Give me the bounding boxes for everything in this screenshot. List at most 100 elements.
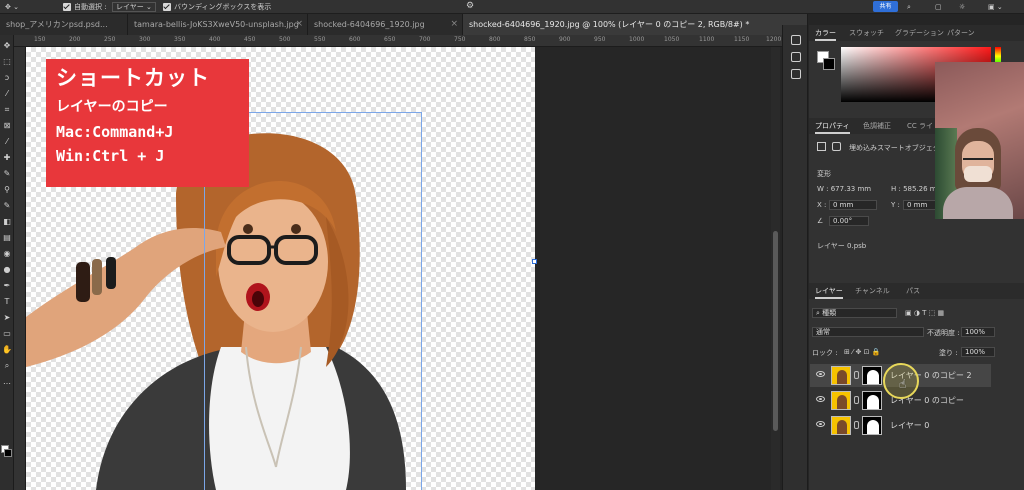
- ruler-tick: 1150: [734, 36, 750, 43]
- healing-brush-icon[interactable]: ✚: [2, 153, 12, 163]
- close-icon[interactable]: ×: [295, 14, 303, 35]
- libraries-panel-icon[interactable]: [791, 52, 801, 62]
- pen-tool-icon[interactable]: ✒: [2, 281, 12, 291]
- more-tools-icon[interactable]: …: [2, 377, 12, 387]
- scrollbar-thumb[interactable]: [773, 231, 778, 431]
- auto-select-dropdown[interactable]: レイヤー ⌄: [112, 2, 156, 12]
- tab-layers[interactable]: レイヤー: [815, 283, 843, 299]
- card-title: ショートカット: [56, 66, 210, 90]
- tab-shocked-active[interactable]: shocked-6404696_1920.jpg @ 100% (レイヤー 0 …: [463, 14, 808, 35]
- blend-mode-dropdown[interactable]: 通常: [812, 327, 924, 337]
- layer-name[interactable]: レイヤー 0: [890, 414, 929, 437]
- bounding-box-label: バウンディングボックスを表示: [174, 3, 272, 11]
- ruler-tick: 1000: [629, 36, 645, 43]
- options-bar: ✥ ⌄ 自動選択 : レイヤー ⌄ バウンディングボックスを表示 | ⚙ 共有 …: [0, 0, 1024, 14]
- bulb-icon[interactable]: ☼: [959, 3, 965, 12]
- move-tool-icon[interactable]: ✥ ⌄: [5, 3, 19, 12]
- layer-mask-thumbnail[interactable]: [862, 416, 882, 435]
- tab-color[interactable]: カラー: [815, 25, 836, 41]
- ruler-tick: 1050: [664, 36, 680, 43]
- zoom-tool-icon[interactable]: ⌕: [2, 361, 12, 371]
- history-brush-icon[interactable]: ✎: [2, 201, 12, 211]
- bounding-box-checkbox[interactable]: [163, 3, 171, 11]
- tab-label: shocked-6404696_1920.jpg @ 100% (レイヤー 0 …: [469, 20, 750, 29]
- gradient-tool-icon[interactable]: ▤: [2, 233, 12, 243]
- tab-shocked-1[interactable]: shocked-6404696_1920.jpg ×: [308, 14, 463, 35]
- auto-select-checkbox[interactable]: [63, 3, 71, 11]
- move-tool-icon[interactable]: ✥: [2, 41, 12, 51]
- ruler-tick: 1100: [699, 36, 715, 43]
- eye-icon[interactable]: [816, 421, 825, 427]
- eye-icon[interactable]: [816, 396, 825, 402]
- workspace-icon[interactable]: ▣ ⌄: [988, 3, 1003, 12]
- vertical-ruler: [14, 47, 26, 490]
- panel-icon-strip: [782, 25, 808, 490]
- background-color-swatch[interactable]: [4, 449, 12, 457]
- layer-mask-thumbnail[interactable]: [862, 391, 882, 410]
- tab-paths[interactable]: パス: [906, 283, 920, 299]
- search-icon[interactable]: ⌕: [907, 3, 911, 12]
- opacity-input[interactable]: 100%: [961, 327, 995, 337]
- link-icon[interactable]: [854, 371, 859, 379]
- layer-thumbnail: [831, 391, 851, 410]
- x-input[interactable]: 0 mm: [829, 200, 877, 210]
- tab-cc-libraries[interactable]: CC ライ: [907, 118, 933, 134]
- smart-object-icon: [817, 142, 826, 151]
- type-tool-icon[interactable]: T: [2, 297, 12, 307]
- marquee-tool-icon[interactable]: ⬚: [2, 57, 12, 67]
- share-button[interactable]: 共有: [873, 1, 898, 12]
- layer-mask-icon[interactable]: [832, 142, 841, 151]
- object-type-label: 埋め込みスマートオブジェク: [849, 144, 940, 152]
- link-icon[interactable]: [854, 421, 859, 429]
- layer-filter-icons[interactable]: ▣ ◑ T ⬚ ▦: [905, 309, 944, 317]
- y-input[interactable]: 0 mm: [903, 200, 937, 210]
- transform-handle[interactable]: [532, 259, 537, 264]
- tab-swatches[interactable]: スウォッチ: [849, 25, 884, 41]
- brush-tool-icon[interactable]: ✎: [2, 169, 12, 179]
- history-panel-icon[interactable]: [791, 35, 801, 45]
- angle-icon: ∠: [817, 217, 824, 225]
- layer-filter-dropdown[interactable]: ⌕ 種類: [812, 308, 897, 318]
- layer-row-0[interactable]: レイヤー 0: [810, 414, 991, 437]
- color-panel-tabs: カラー スウォッチ グラデーション パターン: [809, 25, 1024, 41]
- stamp-tool-icon[interactable]: ⚲: [2, 185, 12, 195]
- tab-shop-psd[interactable]: shop_アメリカンpsd.psd...: [0, 14, 128, 35]
- gear-icon[interactable]: ⚙: [466, 2, 474, 11]
- fill-input[interactable]: 100%: [961, 347, 995, 357]
- horizontal-ruler: 150 200 250 300 350 400 450 500 550 600 …: [14, 35, 794, 47]
- frame-tool-icon[interactable]: ⊠: [2, 121, 12, 131]
- tab-gradients[interactable]: グラデーション: [895, 25, 944, 41]
- comments-panel-icon[interactable]: [791, 69, 801, 79]
- crop-tool-icon[interactable]: ⌗: [2, 105, 12, 115]
- tab-patterns[interactable]: パターン: [947, 25, 975, 41]
- tab-tamara-bellis[interactable]: tamara-bellis-JoKS3XweV50-unsplash.jpg ×: [128, 14, 308, 35]
- eye-icon[interactable]: [816, 371, 825, 377]
- opacity-label: 不透明度 :: [927, 329, 960, 337]
- eraser-tool-icon[interactable]: ◧: [2, 217, 12, 227]
- close-icon[interactable]: ×: [450, 14, 458, 35]
- tab-channels[interactable]: チャンネル: [855, 283, 890, 299]
- shape-tool-icon[interactable]: ▭: [2, 329, 12, 339]
- magic-wand-icon[interactable]: ⁄: [2, 89, 12, 99]
- ruler-tick: 850: [524, 36, 536, 43]
- lock-icons[interactable]: ⊞ ⁄ ✥ ⊡ 🔒: [844, 348, 880, 356]
- eyedropper-icon[interactable]: ⁄: [2, 137, 12, 147]
- ruler-tick: 350: [174, 36, 186, 43]
- link-icon[interactable]: [854, 396, 859, 404]
- ruler-tick: 400: [209, 36, 221, 43]
- tab-properties[interactable]: プロパティ: [815, 118, 850, 134]
- blur-tool-icon[interactable]: ◉: [2, 249, 12, 259]
- panel-icon[interactable]: ▢: [935, 3, 942, 12]
- hand-tool-icon[interactable]: ✋: [2, 345, 12, 355]
- layer-mask-thumbnail[interactable]: [862, 366, 882, 385]
- ruler-tick: 750: [454, 36, 466, 43]
- angle-input[interactable]: 0.00°: [829, 216, 869, 226]
- tab-label: shop_アメリカンpsd.psd...: [6, 20, 108, 29]
- layers-panel-tabs: レイヤー チャンネル パス: [809, 283, 1024, 299]
- lasso-tool-icon[interactable]: ↄ: [2, 73, 12, 83]
- fill-label: 塗り :: [939, 349, 958, 357]
- tab-adjustments[interactable]: 色調補正: [863, 118, 891, 134]
- path-select-icon[interactable]: ➤: [2, 313, 12, 323]
- dodge-tool-icon[interactable]: ●: [2, 265, 12, 275]
- background-swatch[interactable]: [823, 58, 835, 70]
